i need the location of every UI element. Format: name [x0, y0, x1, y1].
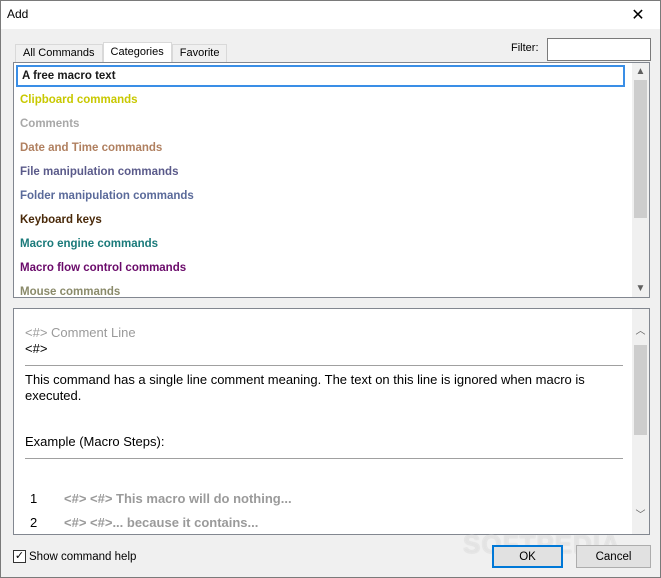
help-content: <#> Comment Line <#> This command has a … [25, 325, 623, 534]
show-help-label[interactable]: Show command help [29, 551, 136, 563]
step-number: 1 [30, 491, 38, 506]
filter-input[interactable] [547, 38, 651, 61]
macro-steps: 1 <#> <#> This macro will do nothing... … [25, 487, 623, 534]
help-scroll-thumb[interactable] [634, 345, 647, 435]
cancel-button[interactable]: Cancel [576, 545, 651, 568]
scroll-up-icon[interactable]: ▲ [632, 63, 649, 80]
list-scrollbar[interactable]: ▲ ▼ [632, 63, 649, 297]
show-help-checkbox-row[interactable]: ✓ Show command help [13, 550, 136, 563]
help-divider [25, 365, 623, 366]
category-list-item[interactable]: A free macro text [16, 65, 625, 87]
scroll-up-icon[interactable]: ︿ [632, 321, 649, 338]
category-list-item[interactable]: Keyboard keys [16, 209, 625, 231]
scroll-down-icon[interactable]: ﹀ [632, 505, 649, 522]
category-list-item[interactable]: Folder manipulation commands [16, 185, 625, 207]
filter-label: Filter: [511, 42, 539, 54]
help-divider [25, 458, 623, 459]
help-example-heading: Example (Macro Steps): [25, 434, 165, 449]
command-help-pane: <#> Comment Line <#> This command has a … [13, 308, 650, 535]
step-code: <#> <#> This macro will do nothing... [64, 491, 292, 506]
tab-strip: All Commands Categories Favorite [15, 42, 228, 63]
window-title: Add [7, 7, 29, 21]
list-scroll-thumb[interactable] [634, 80, 647, 218]
category-list[interactable]: A free macro text Clipboard commands Comme… [13, 62, 650, 298]
tab-categories[interactable]: Categories [102, 42, 172, 63]
step-number: 2 [30, 515, 38, 530]
step-code: <#> <#>... because it contains... [64, 515, 259, 530]
help-description: This command has a single line comment m… [25, 372, 585, 403]
help-title: <#> Comment Line [25, 325, 136, 340]
category-list-item[interactable]: Mouse commands [16, 281, 625, 297]
show-help-checkbox[interactable]: ✓ [13, 550, 26, 563]
category-list-item[interactable]: Macro engine commands [16, 233, 625, 255]
tab-favorite[interactable]: Favorite [171, 44, 228, 63]
macro-step: 1 <#> <#> This macro will do nothing... [25, 487, 623, 511]
add-dialog: Add ✕ All Commands Categories Favorite F… [0, 0, 661, 578]
category-list-item[interactable]: Date and Time commands [16, 137, 625, 159]
category-list-item[interactable]: Comments [16, 113, 625, 135]
macro-step: 2 <#> <#>... because it contains... [25, 511, 623, 534]
help-syntax: <#> [25, 341, 48, 356]
title-bar: Add ✕ [1, 1, 660, 29]
help-scrollbar[interactable]: ︿ ﹀ [632, 309, 649, 534]
category-list-item[interactable]: File manipulation commands [16, 161, 625, 183]
close-icon[interactable]: ✕ [618, 1, 658, 29]
scroll-down-icon[interactable]: ▼ [632, 280, 649, 297]
category-list-item[interactable]: Clipboard commands [16, 89, 625, 111]
category-list-item[interactable]: Macro flow control commands [16, 257, 625, 279]
ok-button[interactable]: OK [492, 545, 563, 568]
tab-all-commands[interactable]: All Commands [15, 44, 103, 63]
